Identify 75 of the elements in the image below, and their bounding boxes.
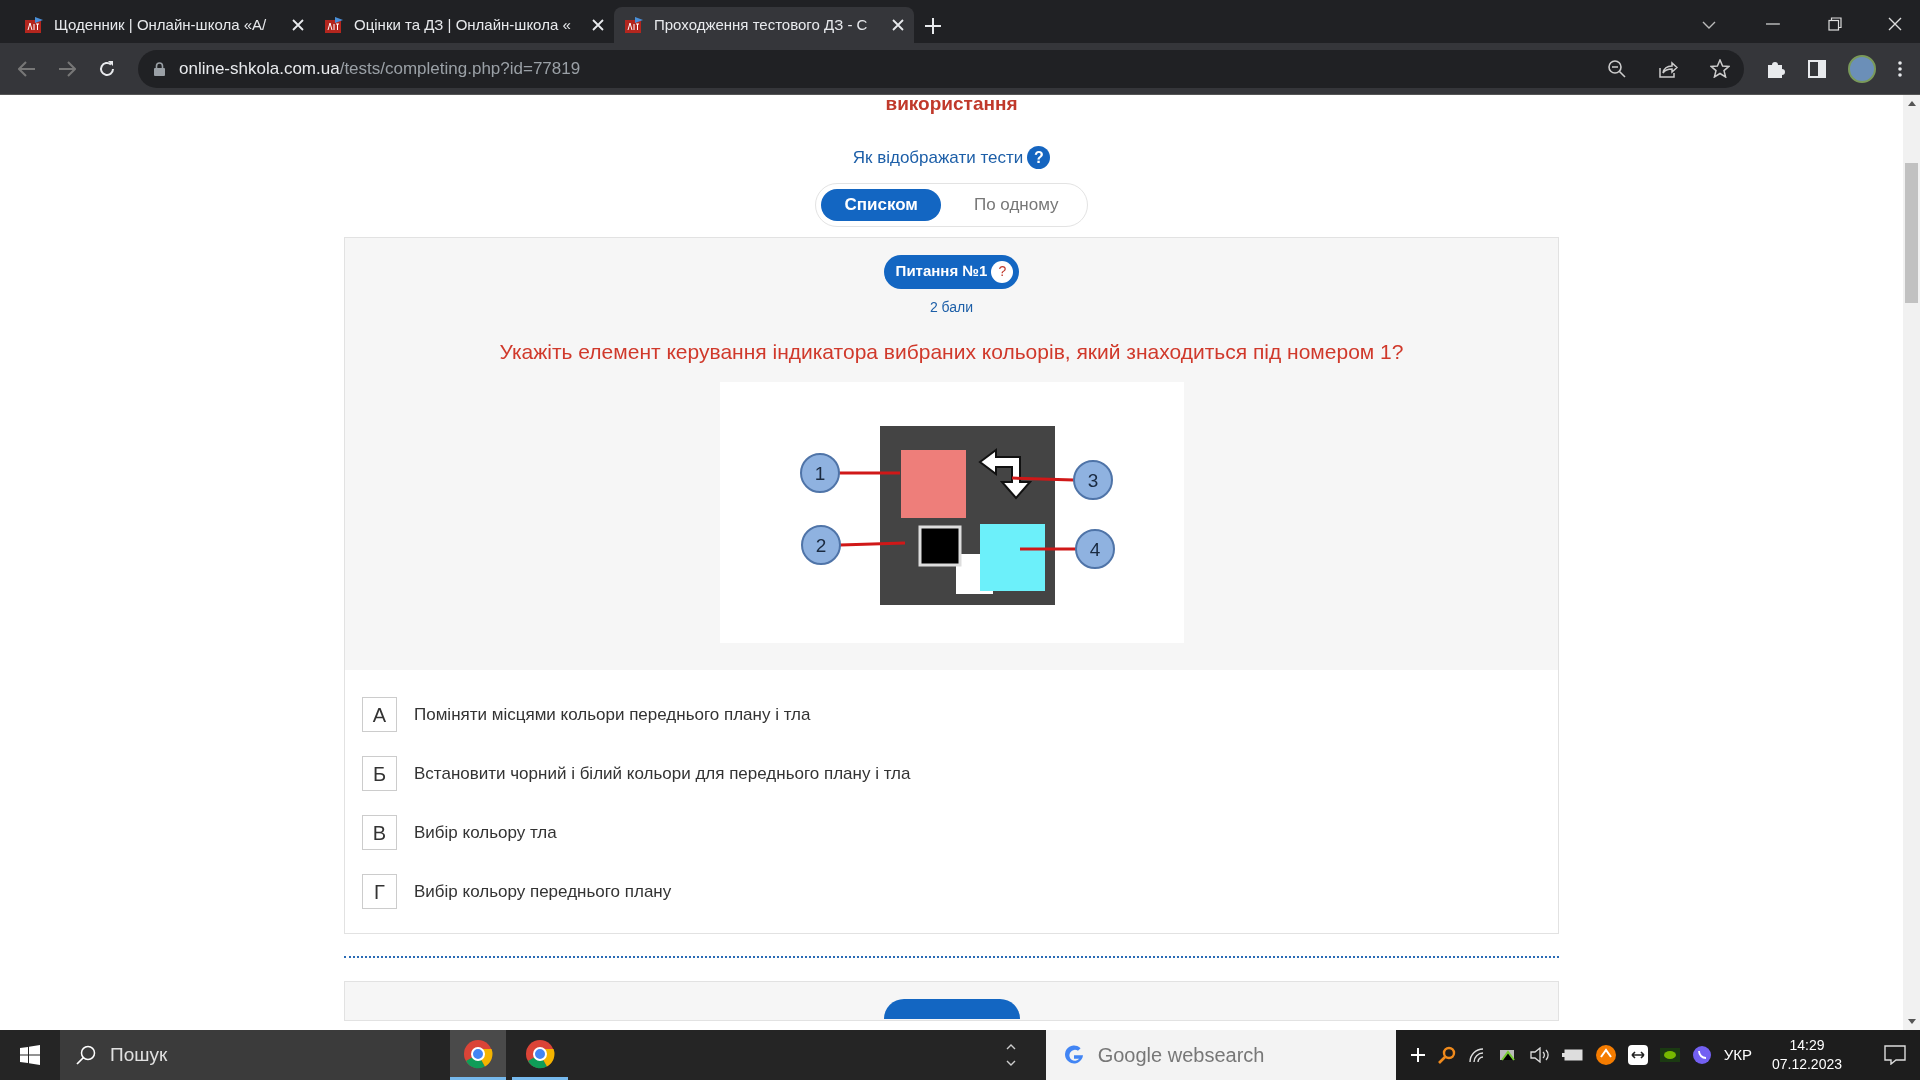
question-points: 2 бали	[929, 297, 974, 317]
scrollbar[interactable]	[1903, 95, 1920, 1030]
chevron-up-icon[interactable]	[1005, 1044, 1016, 1050]
taskbar-search[interactable]: Пошук	[60, 1030, 420, 1080]
clock-time: 14:29	[1789, 1036, 1825, 1055]
help-icon[interactable]: ?	[991, 260, 1014, 283]
zoom-out-icon[interactable]	[1608, 59, 1627, 78]
battery-icon[interactable]	[1561, 1049, 1584, 1061]
answer-text: Вибір кольору переднього плану	[414, 880, 672, 903]
star-icon[interactable]	[1710, 59, 1731, 78]
tab-title: Проходження тестового ДЗ - С	[654, 14, 869, 35]
page-heading: використання	[885, 95, 1018, 115]
restore-icon[interactable]	[1828, 17, 1842, 31]
tab-title: Оцінки та ДЗ | Онлайн-школа «	[354, 14, 572, 35]
back-arrow-icon[interactable]	[18, 60, 36, 77]
reload-icon[interactable]	[98, 59, 116, 78]
url-text: online-shkola.com.ua/tests/completing.php?id=77819	[179, 57, 581, 80]
browser-tab[interactable]: Проходження тестового ДЗ - С	[614, 7, 914, 43]
answer-text: Вибір кольору тла	[414, 821, 557, 844]
answer-letter[interactable]: В	[362, 815, 397, 850]
lock-icon	[154, 61, 165, 76]
chevron-down-icon[interactable]	[1005, 1060, 1016, 1066]
answer-letter[interactable]: Б	[362, 756, 397, 791]
windows-logo-icon[interactable]	[20, 1045, 40, 1065]
answer-letter[interactable]: А	[362, 697, 397, 732]
plus-icon[interactable]	[1409, 1047, 1426, 1063]
scroll-down-icon[interactable]	[1907, 1019, 1916, 1024]
browser-tab[interactable]: Щоденник | Онлайн-школа «А/	[14, 7, 314, 43]
close-icon[interactable]	[892, 19, 904, 31]
clock[interactable]: 14:29 07.12.2023	[1771, 1036, 1842, 1074]
magnifier-icon[interactable]	[1437, 1046, 1456, 1064]
forward-arrow-icon[interactable]	[58, 60, 76, 77]
site-icon	[624, 16, 644, 34]
websearch-box[interactable]: Google websearch	[1045, 1030, 1396, 1080]
answer-text: Поміняти місцями кольори переднього плану і тла	[414, 703, 811, 726]
profile-avatar[interactable]	[1848, 54, 1876, 83]
address-bar[interactable]: online-shkola.com.ua/tests/completing.php?id=77819	[138, 49, 1745, 88]
app-tray-icon[interactable]	[1627, 1045, 1648, 1065]
google-icon	[1063, 1045, 1084, 1065]
display-mode-option[interactable]: По одному	[950, 188, 1082, 221]
search-icon	[76, 1045, 96, 1065]
notification-icon[interactable]	[1884, 1045, 1906, 1065]
help-icon[interactable]: ?	[1027, 146, 1051, 170]
chrome-icon[interactable]	[463, 1038, 493, 1069]
app-tray-icon[interactable]	[1659, 1048, 1680, 1062]
wifi-icon[interactable]	[1467, 1047, 1486, 1063]
question-number: Питання №1	[895, 261, 988, 282]
scroll-up-icon[interactable]	[1907, 101, 1916, 106]
browser-tab[interactable]: Оцінки та ДЗ | Онлайн-школа «	[314, 7, 614, 43]
close-icon[interactable]	[592, 19, 604, 31]
answer-letter[interactable]: Г	[362, 874, 397, 909]
share-icon[interactable]	[1658, 59, 1679, 78]
tab-title: Щоденник | Онлайн-школа «А/	[54, 14, 268, 35]
language-indicator[interactable]: УКР	[1723, 1043, 1752, 1067]
scrollbar-thumb[interactable]	[1905, 163, 1918, 303]
speaker-icon[interactable]	[1529, 1047, 1550, 1063]
chat-bubble-icon[interactable]	[1691, 1045, 1712, 1065]
new-tab-icon[interactable]	[924, 17, 942, 35]
site-icon	[324, 16, 344, 34]
question-text: Укажіть елемент керування індикатора вибраних кольорів, який знаходиться під номером 1?	[499, 338, 1404, 365]
sidebar-icon[interactable]	[1808, 59, 1827, 78]
site-icon	[24, 16, 44, 34]
more-icon[interactable]	[1898, 60, 1902, 77]
display-mode-label: Як відображати тести	[852, 147, 1024, 169]
close-icon[interactable]	[1888, 17, 1902, 31]
chevron-down-icon[interactable]	[1702, 21, 1716, 29]
taskbar-app[interactable]	[450, 1030, 506, 1080]
app-tray-icon[interactable]	[1595, 1045, 1616, 1065]
display-mode-option[interactable]: Списком	[821, 188, 941, 221]
websearch-placeholder: Google websearch	[1097, 1043, 1265, 1068]
close-icon[interactable]	[292, 19, 304, 31]
search-placeholder: Пошук	[110, 1042, 168, 1067]
clock-date: 07.12.2023	[1771, 1055, 1842, 1074]
answer-text: Встановити чорний і білий кольори для переднього плану і тла	[414, 762, 911, 785]
chrome-icon[interactable]	[525, 1038, 555, 1069]
